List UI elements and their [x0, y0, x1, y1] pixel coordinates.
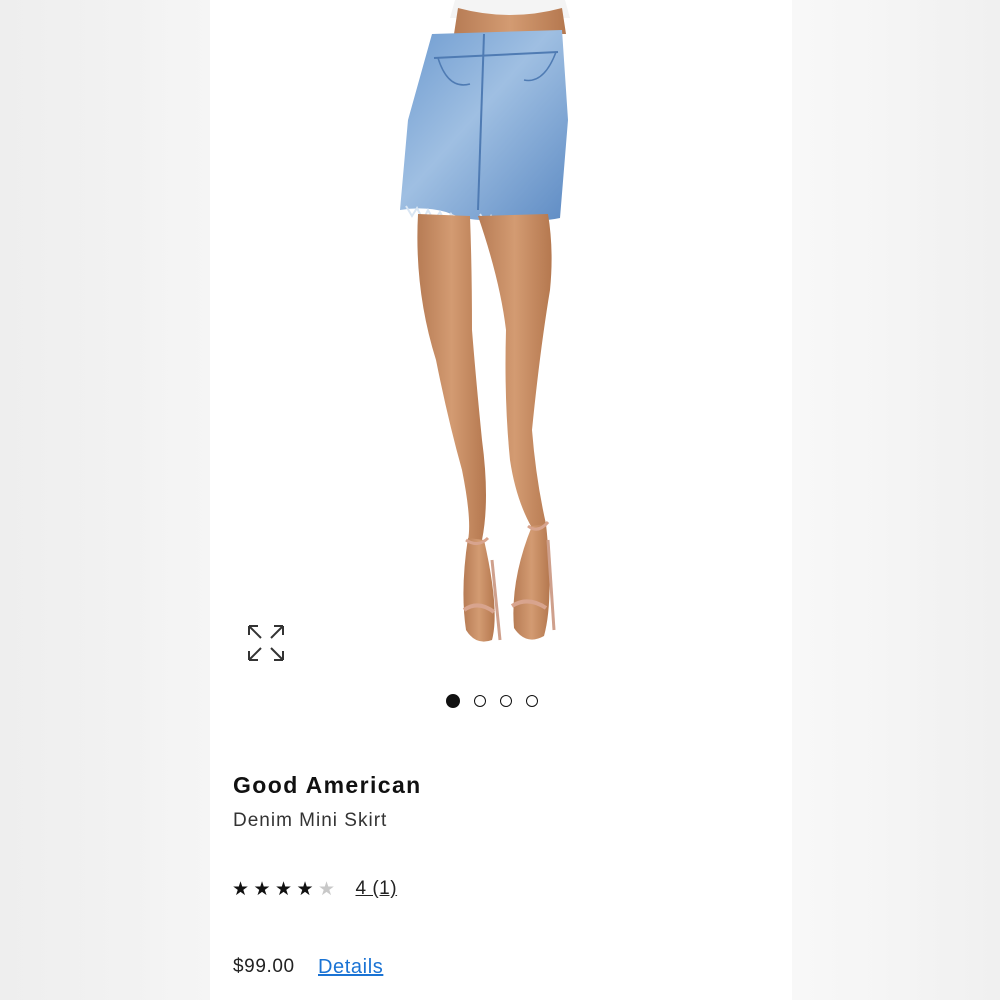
- star-icon: ★: [296, 878, 314, 900]
- right-backdrop: [792, 0, 1000, 1000]
- left-leg: [417, 214, 486, 540]
- product-image[interactable]: [210, 0, 792, 680]
- star-empty-icon: ★: [318, 878, 336, 900]
- product-panel: Good American Denim Mini Skirt ★ ★ ★ ★ ★…: [210, 0, 792, 1000]
- details-link[interactable]: Details: [318, 956, 383, 979]
- star-icon: ★: [232, 878, 250, 900]
- brand-name: Good American: [233, 772, 422, 798]
- price: $99.00: [233, 956, 295, 977]
- star-icon: ★: [253, 878, 271, 900]
- carousel-dots: [446, 692, 538, 710]
- expand-arrows-icon[interactable]: [246, 623, 286, 663]
- left-backdrop: [0, 0, 210, 1000]
- rating: ★ ★ ★ ★ ★ 4 (1): [232, 878, 397, 900]
- carousel-dot-3[interactable]: [500, 695, 512, 707]
- product-name: Denim Mini Skirt: [233, 810, 388, 831]
- right-leg: [478, 214, 552, 528]
- reviews-link[interactable]: 4 (1): [356, 878, 398, 900]
- carousel-dot-4[interactable]: [526, 695, 538, 707]
- carousel-dot-2[interactable]: [474, 695, 486, 707]
- carousel-dot-1[interactable]: [446, 694, 460, 708]
- star-icon: ★: [275, 878, 293, 900]
